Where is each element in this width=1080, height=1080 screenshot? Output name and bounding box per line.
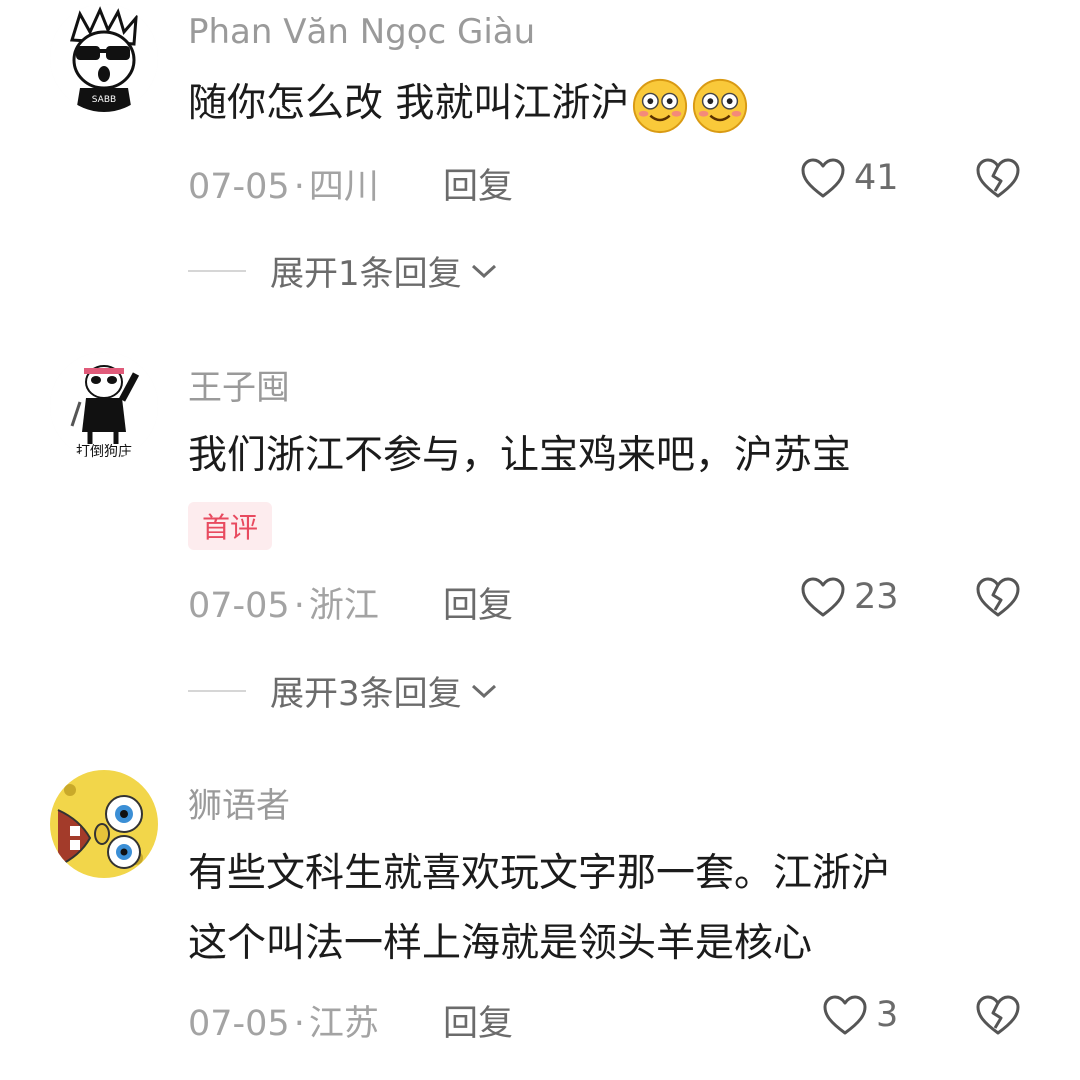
comment-text: 我们浙江不参与，让宝鸡来吧，沪苏宝 <box>188 433 852 478</box>
like-button[interactable]: 23 <box>800 572 899 622</box>
avatar-sunglasses-icon: SABB <box>50 4 158 112</box>
heart-icon <box>801 158 845 198</box>
comment-text-line-2: 这个叫法一样上海就是领头羊是核心 <box>188 921 813 966</box>
comment-location: 四川 <box>308 167 379 207</box>
like-count: 41 <box>854 158 899 198</box>
like-count: 23 <box>854 577 899 617</box>
broken-heart-icon[interactable] <box>975 994 1021 1036</box>
comment-date: 07-05 <box>188 167 290 207</box>
smile-blush-emoji-icon <box>693 78 748 133</box>
comment-location: 江苏 <box>308 1004 379 1044</box>
broken-heart-icon[interactable] <box>975 157 1021 199</box>
meta-separator: · <box>293 167 305 207</box>
smile-blush-emoji-icon <box>633 78 688 133</box>
reply-button[interactable]: 回复 <box>443 577 513 628</box>
comment-text: 随你怎么改 我就叫江浙沪 <box>188 72 749 136</box>
reply-button[interactable]: 回复 <box>443 158 513 209</box>
username[interactable]: Phan Văn Ngọc Giàu <box>188 12 535 52</box>
chevron-down-icon <box>471 684 496 698</box>
expand-replies-button[interactable]: 展开3条回复 <box>188 666 498 715</box>
avatar[interactable]: SABB <box>50 4 158 112</box>
avatar-cartoon-sponge-icon <box>50 770 158 878</box>
comment-location: 浙江 <box>308 586 379 626</box>
svg-text:SABB: SABB <box>92 95 116 105</box>
comment-date: 07-05 <box>188 586 290 626</box>
reply-button[interactable]: 回复 <box>443 995 513 1046</box>
meta-separator: · <box>293 1004 305 1044</box>
like-button[interactable]: 41 <box>800 153 899 203</box>
expand-replies-label: 展开1条回复 <box>270 254 462 294</box>
username[interactable]: 狮语者 <box>188 778 290 827</box>
divider-line <box>188 269 246 272</box>
first-comment-badge: 首评 <box>188 502 273 550</box>
avatar[interactable] <box>50 770 158 878</box>
avatar[interactable]: 打倒狗庄 <box>50 352 158 460</box>
comment-text-line-1: 有些文科生就喜欢玩文字那一套。江浙沪 <box>188 851 891 896</box>
heart-icon <box>823 995 867 1035</box>
expand-replies-button[interactable]: 展开1条回复 <box>188 246 498 295</box>
comment-text-content: 随你怎么改 我就叫江浙沪 <box>188 81 630 126</box>
divider-line <box>188 689 246 692</box>
svg-text:打倒狗庄: 打倒狗庄 <box>76 443 132 460</box>
meta-separator: · <box>293 586 305 626</box>
comment-meta: 07-05 · 四川 <box>188 158 379 209</box>
comment-meta: 07-05 · 浙江 <box>188 577 379 628</box>
heart-icon <box>801 577 845 617</box>
broken-heart-icon[interactable] <box>975 576 1021 618</box>
chevron-down-icon <box>471 264 496 278</box>
expand-replies-label: 展开3条回复 <box>270 674 462 714</box>
comment-meta: 07-05 · 江苏 <box>188 995 379 1046</box>
like-count: 3 <box>876 995 899 1035</box>
comment-date: 07-05 <box>188 1004 290 1044</box>
avatar-panda-icon: 打倒狗庄 <box>50 352 158 460</box>
like-button[interactable]: 3 <box>822 990 898 1040</box>
username[interactable]: 王子囤 <box>188 360 290 409</box>
